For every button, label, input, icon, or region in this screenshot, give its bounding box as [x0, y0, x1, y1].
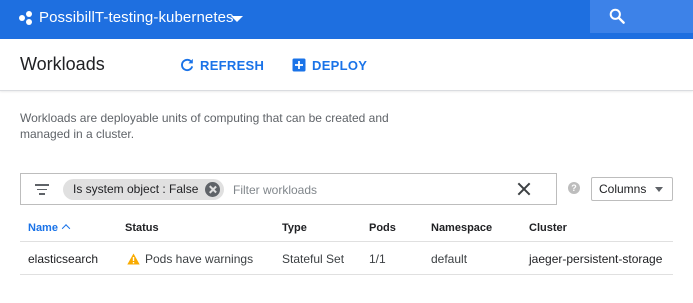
filter-bar: Is system object : False	[20, 173, 557, 205]
filter-chip-value: False	[169, 182, 199, 196]
column-header-cluster[interactable]: Cluster	[529, 222, 567, 234]
pods-cell: 1/1	[369, 252, 386, 266]
workloads-table: Name Status Type Pods Namespace Cluster …	[20, 214, 673, 275]
filter-chip-separator: :	[159, 182, 170, 196]
warning-icon	[127, 253, 140, 265]
chevron-down-icon[interactable]	[231, 16, 243, 22]
filter-chip-key: Is system object	[73, 182, 160, 196]
chip-close-icon[interactable]	[205, 182, 221, 197]
refresh-icon	[181, 58, 194, 72]
add-box-icon	[292, 58, 306, 72]
column-header-name[interactable]: Name	[28, 222, 71, 234]
project-selector-label[interactable]: PossibillT-testing-kubernetes	[39, 9, 234, 26]
top-bar: PossibillT-testing-kubernetes	[0, 0, 693, 39]
help-icon[interactable]: ?	[568, 182, 580, 194]
page-description: Workloads are deployable units of comput…	[20, 111, 389, 141]
table-row: elasticsearch Pods have warnings Statefu…	[20, 242, 673, 275]
page-title: Workloads	[20, 54, 105, 74]
column-header-namespace[interactable]: Namespace	[431, 222, 492, 234]
type-cell: Stateful Set	[282, 252, 345, 266]
deploy-label: DEPLOY	[312, 57, 368, 73]
filter-chip[interactable]: Is system object : False	[63, 179, 225, 200]
refresh-button[interactable]: REFRESH	[180, 57, 264, 73]
sort-ascending-icon	[61, 224, 71, 233]
refresh-label: REFRESH	[200, 57, 265, 73]
filter-icon[interactable]	[35, 184, 49, 195]
column-header-pods[interactable]: Pods	[369, 222, 396, 234]
deploy-button[interactable]: DEPLOY	[292, 57, 367, 73]
search-button[interactable]	[590, 0, 693, 33]
filter-input[interactable]	[233, 181, 493, 199]
project-dots-icon[interactable]	[19, 11, 33, 25]
columns-dropdown[interactable]: Columns	[591, 177, 673, 201]
status-cell: Pods have warnings	[127, 252, 253, 266]
status-text: Pods have warnings	[145, 252, 254, 266]
workload-name-link[interactable]: elasticsearch	[28, 252, 98, 266]
column-header-name-label: Name	[28, 222, 58, 234]
search-icon	[609, 8, 625, 24]
cluster-cell: jaeger-persistent-storage	[529, 252, 663, 266]
caret-down-icon	[655, 187, 663, 192]
column-header-status[interactable]: Status	[125, 222, 159, 234]
namespace-cell: default	[431, 252, 468, 266]
page-header: Workloads REFRESH DEPLOY	[0, 39, 693, 91]
table-header: Name Status Type Pods Namespace Cluster	[20, 214, 673, 242]
columns-label: Columns	[599, 182, 647, 196]
close-icon[interactable]	[516, 181, 532, 197]
column-header-type[interactable]: Type	[282, 222, 307, 234]
